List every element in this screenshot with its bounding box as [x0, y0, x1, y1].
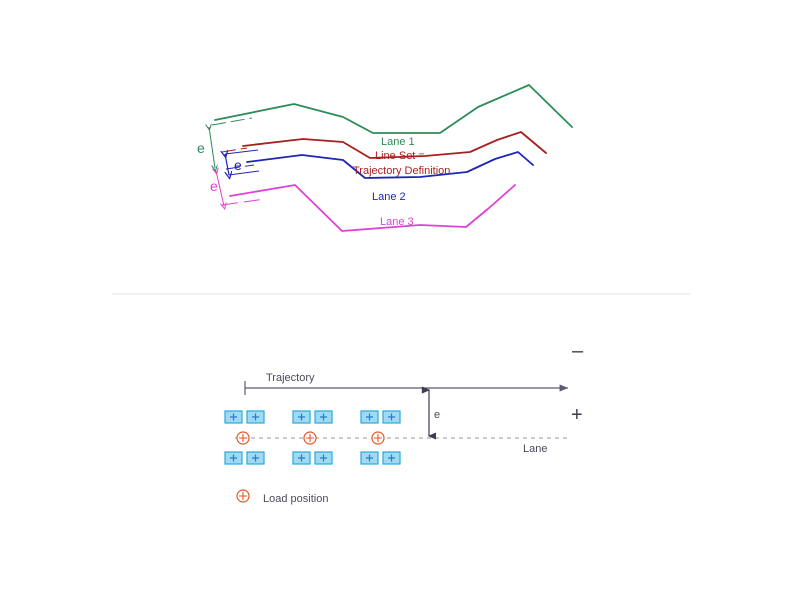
- lane3-label: Lane 3: [380, 216, 414, 228]
- dim-e-green-label: e: [197, 140, 205, 156]
- load-position-marker[interactable]: [303, 431, 317, 445]
- legend-load-position-icon: [236, 489, 250, 503]
- line-set-label-line2: Trajectory Definition: [353, 165, 450, 177]
- sensor-box[interactable]: [314, 410, 333, 424]
- sensor-box[interactable]: [246, 451, 265, 465]
- sensor-box[interactable]: [224, 410, 243, 424]
- dim-e-magenta-label: e: [210, 178, 218, 194]
- lane2-label: Lane 2: [372, 191, 406, 203]
- plus-sign-label: +: [571, 404, 583, 426]
- sensor-box[interactable]: [360, 410, 379, 424]
- sensor-box[interactable]: [382, 410, 401, 424]
- sensor-box[interactable]: [246, 410, 265, 424]
- sensor-box[interactable]: [292, 451, 311, 465]
- legend-load-position-label: Load position: [263, 493, 328, 505]
- load-position-marker[interactable]: [236, 431, 250, 445]
- trajectory-label: Trajectory: [266, 372, 315, 384]
- dim-e-blue-label: e: [234, 157, 242, 173]
- sensor-box-row-top: [224, 410, 401, 424]
- load-position-marker[interactable]: [371, 431, 385, 445]
- diagram-stage: Lane 1 Line Set = Trajectory Definition …: [0, 0, 800, 600]
- sensor-box-row-bottom: [224, 451, 401, 465]
- figure-canvas: Lane 1 Line Set = Trajectory Definition …: [112, 84, 690, 505]
- lane1-polyline: [214, 84, 573, 134]
- line-set-label-line1: Line Set =: [375, 150, 425, 162]
- tick-magenta-leader: [221, 198, 266, 206]
- sensor-box[interactable]: [382, 451, 401, 465]
- sensor-box[interactable]: [292, 410, 311, 424]
- lane-label: Lane: [523, 443, 547, 455]
- sensor-box[interactable]: [360, 451, 379, 465]
- legend: Load position: [236, 489, 328, 505]
- top-panel: Lane 1 Line Set = Trajectory Definition …: [197, 84, 573, 232]
- dim-e-green-arrow: [209, 127, 215, 168]
- sensor-box[interactable]: [224, 451, 243, 465]
- dim-e-blue-arrow: [225, 154, 229, 175]
- offset-dimension-label: e: [434, 409, 440, 421]
- lane1-label: Lane 1: [381, 136, 415, 148]
- sensor-box[interactable]: [314, 451, 333, 465]
- bottom-panel: Trajectory Lane e – + Load position: [224, 340, 584, 505]
- minus-sign-label: –: [572, 340, 584, 362]
